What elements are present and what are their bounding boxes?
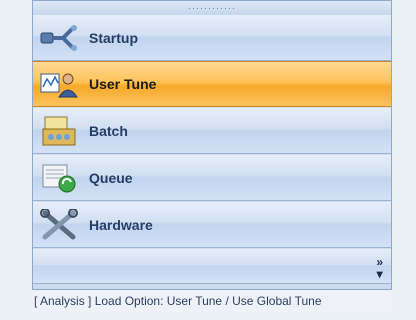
nav-overflow-bar: » ▾ <box>33 249 391 284</box>
status-text: [ Analysis ] Load Option: User Tune / Us… <box>34 294 322 308</box>
startup-connector-icon <box>37 20 81 56</box>
nav-label-batch: Batch <box>89 122 128 139</box>
pane-resize-grip[interactable]: ············ <box>33 1 391 16</box>
nav-item-queue[interactable]: Queue <box>33 155 391 201</box>
navigation-frame: ············ Startup User Tune Batch Que… <box>0 0 416 320</box>
nav-label-hardware: Hardware <box>89 216 153 233</box>
user-tune-icon <box>37 66 81 102</box>
navigation-pane: ············ Startup User Tune Batch Que… <box>32 0 392 290</box>
nav-item-hardware[interactable]: Hardware <box>33 202 391 248</box>
nav-label-startup: Startup <box>89 29 138 46</box>
nav-label-queue: Queue <box>89 169 133 186</box>
nav-label-user-tune: User Tune <box>89 76 157 92</box>
nav-item-startup[interactable]: Startup <box>33 15 391 61</box>
batch-icon <box>37 113 81 149</box>
chevron-double-down-icon[interactable]: » ▾ <box>376 256 383 280</box>
queue-icon <box>37 160 81 196</box>
nav-item-batch[interactable]: Batch <box>33 108 391 154</box>
nav-item-user-tune[interactable]: User Tune <box>33 61 391 107</box>
hardware-tools-icon <box>37 207 81 243</box>
status-bar: [ Analysis ] Load Option: User Tune / Us… <box>32 290 392 312</box>
grip-dots: ············ <box>188 3 236 13</box>
